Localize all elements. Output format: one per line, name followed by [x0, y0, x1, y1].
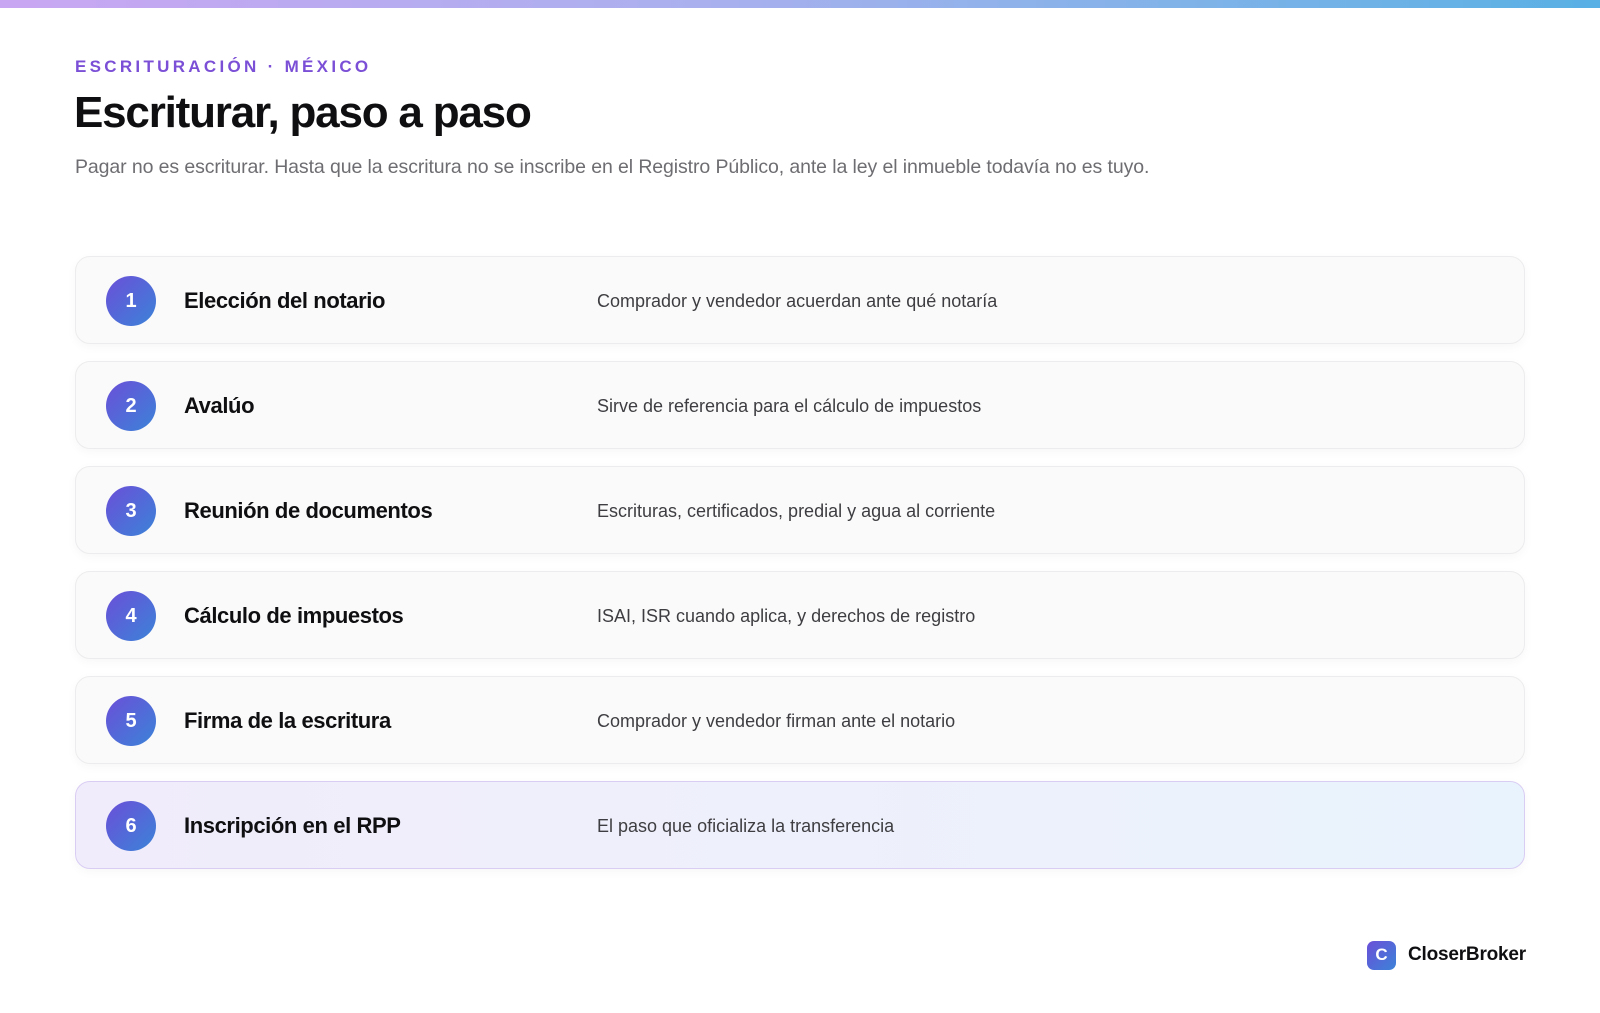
step-number-badge: 4: [106, 591, 156, 641]
step-card-6-highlighted: 6 Inscripción en el RPP El paso que ofic…: [75, 781, 1525, 869]
step-description: Escrituras, certificados, predial y agua…: [597, 501, 996, 521]
step-title: Firma de la escritura: [184, 708, 391, 733]
step-number-badge: 3: [106, 486, 156, 536]
eyebrow-label: ESCRITURACIÓN · MÉXICO: [75, 57, 372, 76]
page-title: Escriturar, paso a paso: [74, 88, 532, 137]
page-subtitle: Pagar no es escriturar. Hasta que la esc…: [75, 156, 1150, 178]
step-title: Inscripción en el RPP: [184, 813, 401, 838]
step-description: ISAI, ISR cuando aplica, y derechos de r…: [597, 606, 976, 626]
step-number-badge: 6: [106, 801, 156, 851]
step-description: Comprador y vendedor firman ante el nota…: [597, 711, 956, 731]
step-description: Sirve de referencia para el cálculo de i…: [597, 396, 982, 416]
step-number-badge: 1: [106, 276, 156, 326]
step-number-badge: 5: [106, 696, 156, 746]
step-number-badge: 2: [106, 381, 156, 431]
step-card-1: 1 Elección del notario Comprador y vende…: [75, 256, 1525, 344]
step-card-2: 2 Avalúo Sirve de referencia para el cál…: [75, 361, 1525, 449]
step-card-3: 3 Reunión de documentos Escrituras, cert…: [75, 466, 1525, 554]
steps-list: 1 Elección del notario Comprador y vende…: [75, 256, 1525, 886]
brand-logo: C CloserBroker: [1367, 940, 1526, 970]
step-description: El paso que oficializa la transferencia: [597, 816, 895, 836]
brand-c-icon: C: [1367, 940, 1396, 970]
step-title: Avalúo: [184, 393, 255, 418]
step-title: Elección del notario: [184, 288, 386, 313]
step-description: Comprador y vendedor acuerdan ante qué n…: [597, 291, 998, 311]
top-gradient-bar: [0, 0, 1600, 8]
step-card-4: 4 Cálculo de impuestos ISAI, ISR cuando …: [75, 571, 1525, 659]
step-title: Reunión de documentos: [184, 498, 433, 523]
brand-name: CloserBroker: [1408, 944, 1526, 965]
step-title: Cálculo de impuestos: [184, 603, 404, 628]
step-card-5: 5 Firma de la escritura Comprador y vend…: [75, 676, 1525, 764]
